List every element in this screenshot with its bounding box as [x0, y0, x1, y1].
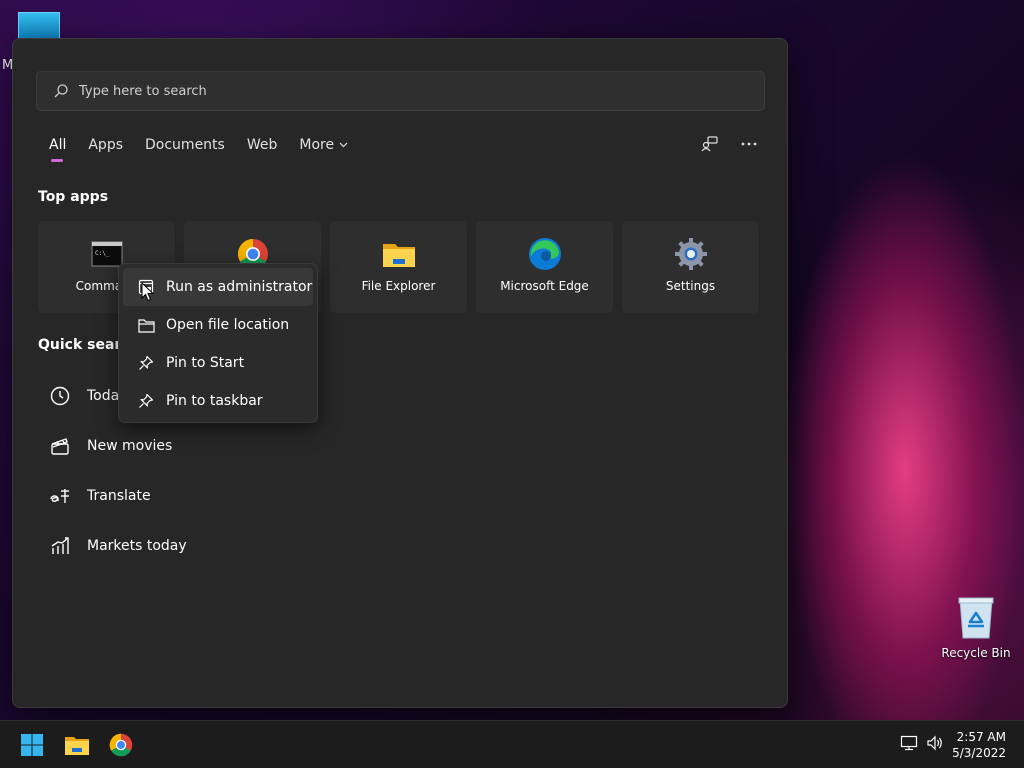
svg-text:C:\_: C:\_ [95, 250, 110, 257]
more-options-icon[interactable] [741, 142, 757, 146]
menu-item-label: Pin to Start [166, 355, 245, 371]
top-apps-heading: Top apps [38, 189, 109, 205]
pin-icon [137, 392, 155, 410]
chrome-icon[interactable] [107, 731, 135, 759]
filter-tabs: All Apps Documents Web More [49, 137, 370, 162]
gear-icon [674, 237, 708, 271]
recycle-bin-icon [958, 597, 994, 639]
menu-item-pin-to-taskbar[interactable]: Pin to taskbar [123, 382, 313, 420]
tab-more[interactable]: More [299, 137, 348, 153]
menu-item-pin-to-start[interactable]: Pin to Start [123, 344, 313, 382]
app-tile-settings[interactable]: Settings [622, 221, 759, 313]
search-input[interactable] [79, 83, 679, 99]
account-switch-icon[interactable] [701, 135, 719, 153]
quick-search-label: Translate [87, 488, 151, 504]
system-tray [900, 735, 944, 751]
network-icon[interactable] [900, 735, 918, 751]
tab-more-label: More [299, 137, 335, 153]
search-tools [701, 135, 757, 153]
search-box[interactable] [36, 71, 765, 111]
quick-search-label: New movies [87, 438, 173, 454]
folder-icon [382, 237, 416, 271]
clock-time: 2:57 AM [956, 730, 1006, 744]
menu-item-label: Run as administrator [166, 279, 313, 295]
tab-all[interactable]: All [49, 137, 66, 162]
file-explorer-icon[interactable] [63, 731, 91, 759]
chart-icon [49, 535, 71, 557]
tab-web[interactable]: Web [247, 137, 278, 153]
quick-search-markets-today[interactable]: Markets today [49, 521, 187, 571]
pin-icon [137, 354, 155, 372]
recycle-bin[interactable]: Recycle Bin [941, 596, 1011, 660]
folder-outline-icon [137, 316, 155, 334]
menu-item-open-file-location[interactable]: Open file location [123, 306, 313, 344]
menu-item-label: Pin to taskbar [166, 393, 263, 409]
quick-search-label: Markets today [87, 538, 187, 554]
clapperboard-icon [49, 435, 71, 457]
volume-icon[interactable] [926, 735, 944, 751]
quick-search-translate[interactable]: Translate [49, 471, 187, 521]
edge-icon [528, 237, 562, 271]
taskbar-clock[interactable]: 2:57 AM 5/3/2022 [952, 729, 1006, 761]
app-label: Microsoft Edge [500, 279, 589, 293]
quick-search-new-movies[interactable]: New movies [49, 421, 187, 471]
taskbar: 2:57 AM 5/3/2022 [0, 720, 1024, 768]
windows-start-icon[interactable] [18, 731, 46, 759]
translate-icon [49, 485, 71, 507]
clock-date: 5/3/2022 [952, 746, 1006, 760]
app-tile-file-explorer[interactable]: File Explorer [330, 221, 467, 313]
tab-apps[interactable]: Apps [88, 137, 123, 153]
recycle-bin-label: Recycle Bin [941, 646, 1011, 660]
mouse-cursor-icon [141, 282, 155, 302]
quick-search-label: Toda [87, 388, 120, 404]
search-icon [54, 84, 68, 98]
menu-item-label: Open file location [166, 317, 290, 333]
clock-icon [49, 385, 71, 407]
app-tile-microsoft-edge[interactable]: Microsoft Edge [476, 221, 613, 313]
app-label: Settings [665, 279, 716, 293]
chevron-down-icon [339, 142, 348, 148]
app-label: File Explorer [361, 279, 436, 293]
tab-documents[interactable]: Documents [145, 137, 225, 153]
desktop-icon-partial[interactable] [18, 12, 60, 40]
